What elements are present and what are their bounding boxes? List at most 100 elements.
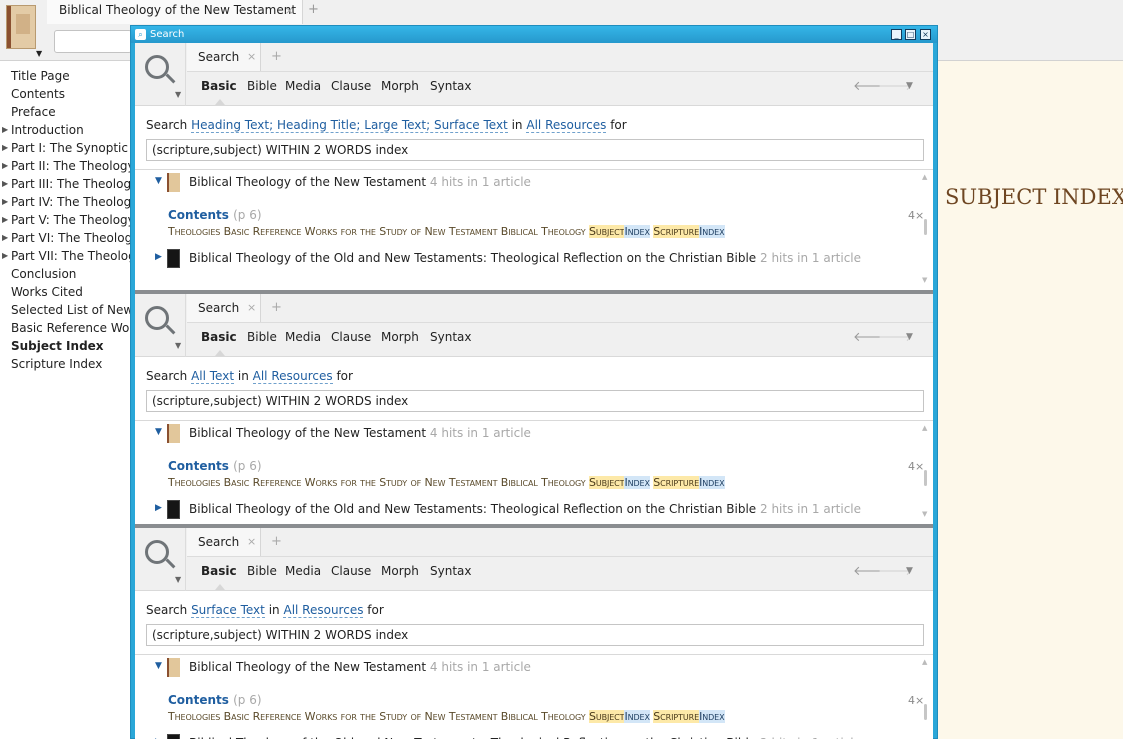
new-search-tab-button[interactable]: + bbox=[271, 300, 282, 315]
toc-item[interactable]: Selected List of New T bbox=[0, 301, 130, 319]
toc-item[interactable]: ▶ Part III: The Theology bbox=[0, 175, 130, 193]
search-query-input[interactable]: (scripture,subject) WITHIN 2 WORDS index bbox=[146, 390, 924, 412]
result-snippet[interactable]: Theologies Basic Reference Works for the… bbox=[168, 225, 725, 238]
search-kind-bible[interactable]: Bible bbox=[247, 79, 277, 93]
expand-triangle-icon[interactable]: ▶ bbox=[2, 175, 8, 193]
results-scrollbar[interactable]: ▲ ▼ bbox=[922, 173, 929, 288]
result-title[interactable]: Biblical Theology of the Old and New Tes… bbox=[189, 251, 861, 265]
scroll-thumb[interactable] bbox=[924, 219, 927, 235]
result-row[interactable]: ▼ Biblical Theology of the New Testament … bbox=[135, 173, 933, 194]
scroll-up-icon[interactable]: ▲ bbox=[922, 173, 927, 181]
close-search-tab-icon[interactable]: × bbox=[247, 43, 256, 71]
expand-triangle-icon[interactable]: ▶ bbox=[2, 193, 8, 211]
search-menu-caret-icon[interactable]: ▼ bbox=[175, 575, 181, 584]
reference-input[interactable] bbox=[54, 30, 132, 53]
search-kind-media[interactable]: Media bbox=[285, 564, 321, 578]
resources-link[interactable]: All Resources bbox=[526, 118, 607, 133]
search-kind-basic[interactable]: Basic bbox=[201, 564, 237, 578]
article-link[interactable]: Contents (p 6) bbox=[168, 693, 262, 707]
result-snippet[interactable]: Theologies Basic Reference Works for the… bbox=[168, 476, 725, 489]
search-kind-clause[interactable]: Clause bbox=[331, 564, 371, 578]
expand-triangle-icon[interactable]: ▶ bbox=[2, 247, 8, 265]
search-kind-morph[interactable]: Morph bbox=[381, 330, 419, 344]
result-title[interactable]: Biblical Theology of the New Testament 4… bbox=[189, 426, 531, 440]
expand-triangle-icon[interactable]: ▶ bbox=[2, 229, 8, 247]
toc-item[interactable]: Subject Index bbox=[0, 337, 130, 355]
search-kind-syntax[interactable]: Syntax bbox=[430, 79, 471, 93]
search-kind-bible[interactable]: Bible bbox=[247, 564, 277, 578]
search-kind-clause[interactable]: Clause bbox=[331, 79, 371, 93]
close-search-tab-icon[interactable]: × bbox=[247, 528, 256, 556]
expand-triangle-icon[interactable]: ▶ bbox=[2, 139, 8, 157]
result-title[interactable]: Biblical Theology of the Old and New Tes… bbox=[189, 502, 861, 516]
scroll-up-icon[interactable]: ▲ bbox=[922, 424, 927, 432]
new-search-tab-button[interactable]: + bbox=[271, 49, 282, 64]
search-query-input[interactable]: (scripture,subject) WITHIN 2 WORDS index bbox=[146, 139, 924, 161]
scroll-down-icon[interactable]: ▼ bbox=[922, 276, 927, 284]
expand-triangle-icon[interactable]: ▶ bbox=[2, 157, 8, 175]
toc-item[interactable]: ▶Part I: The Synoptic Th bbox=[0, 139, 130, 157]
expand-triangle-icon[interactable]: ▶ bbox=[155, 503, 162, 513]
search-menu-caret-icon[interactable]: ▼ bbox=[175, 90, 181, 99]
result-row[interactable]: ▶ Biblical Theology of the Old and New Te… bbox=[135, 500, 933, 521]
new-tab-button[interactable]: + bbox=[308, 2, 319, 17]
resources-link[interactable]: All Resources bbox=[252, 369, 333, 384]
toc-item[interactable]: ▶Part IV: The Theology o bbox=[0, 193, 130, 211]
article-link[interactable]: Contents (p 6) bbox=[168, 208, 262, 222]
close-tab-icon[interactable]: × bbox=[285, 4, 294, 17]
result-title[interactable]: Biblical Theology of the New Testament 4… bbox=[189, 175, 531, 189]
new-search-tab-button[interactable]: + bbox=[271, 534, 282, 549]
toc-item[interactable]: Works Cited bbox=[0, 283, 130, 301]
toc-item[interactable]: Scripture Index bbox=[0, 355, 130, 373]
result-row[interactable]: ▶ Biblical Theology of the Old and New Te… bbox=[135, 249, 933, 270]
search-kind-media[interactable]: Media bbox=[285, 330, 321, 344]
scroll-thumb[interactable] bbox=[924, 704, 927, 720]
toc-item[interactable]: Basic Reference Works bbox=[0, 319, 130, 337]
document-tab[interactable]: Biblical Theology of the New Testament × bbox=[47, 0, 303, 24]
collapse-triangle-icon[interactable]: ▼ bbox=[155, 427, 162, 437]
search-kind-media[interactable]: Media bbox=[285, 79, 321, 93]
toc-item[interactable]: Title Page bbox=[0, 67, 130, 85]
article-link[interactable]: Contents (p 6) bbox=[168, 459, 262, 473]
scroll-down-icon[interactable]: ▼ bbox=[922, 510, 927, 518]
book-cover-icon[interactable] bbox=[6, 5, 36, 49]
search-kind-syntax[interactable]: Syntax bbox=[430, 330, 471, 344]
results-scrollbar[interactable]: ▲ ▼ bbox=[922, 424, 929, 522]
search-kind-syntax[interactable]: Syntax bbox=[430, 564, 471, 578]
search-kind-morph[interactable]: Morph bbox=[381, 79, 419, 93]
search-fields-link[interactable]: Heading Text; Heading Title; Large Text;… bbox=[191, 118, 508, 133]
search-kind-bible[interactable]: Bible bbox=[247, 330, 277, 344]
book-menu-caret-icon[interactable]: ▼ bbox=[36, 49, 42, 58]
search-kind-basic[interactable]: Basic bbox=[201, 330, 237, 344]
result-title[interactable]: Biblical Theology of the New Testament 4… bbox=[189, 660, 531, 674]
minimize-button[interactable]: _ bbox=[891, 29, 902, 40]
search-kind-clause[interactable]: Clause bbox=[331, 330, 371, 344]
toc-item[interactable]: ▶ Part VII: The Theology bbox=[0, 247, 130, 265]
toc-item[interactable]: ▶Part II: The Theology o bbox=[0, 157, 130, 175]
search-kind-basic[interactable]: Basic bbox=[201, 79, 237, 93]
toc-item[interactable]: Contents bbox=[0, 85, 130, 103]
collapse-triangle-icon[interactable]: ▼ bbox=[155, 176, 162, 186]
maximize-button[interactable]: □ bbox=[905, 29, 916, 40]
search-tab[interactable]: Search × bbox=[187, 528, 261, 556]
search-tab[interactable]: Search × bbox=[187, 43, 261, 71]
search-kind-morph[interactable]: Morph bbox=[381, 564, 419, 578]
toc-item[interactable]: ▶ Part VI: The Theology bbox=[0, 229, 130, 247]
expand-triangle-icon[interactable]: ▶ bbox=[2, 211, 8, 229]
toc-item[interactable]: ▶Part V: The Theology o bbox=[0, 211, 130, 229]
close-search-tab-icon[interactable]: × bbox=[247, 294, 256, 322]
toc-item[interactable]: ▶ Introduction bbox=[0, 121, 130, 139]
close-window-button[interactable]: × bbox=[920, 29, 931, 40]
chevron-down-icon[interactable]: ▼ bbox=[906, 332, 913, 342]
results-scrollbar[interactable]: ▲ bbox=[922, 658, 929, 738]
toc-item[interactable]: Conclusion bbox=[0, 265, 130, 283]
toc-item[interactable]: Preface bbox=[0, 103, 130, 121]
resources-link[interactable]: All Resources bbox=[283, 603, 364, 618]
result-snippet[interactable]: Theologies Basic Reference Works for the… bbox=[168, 710, 725, 723]
search-window-titlebar[interactable]: ⌕ Search _ □ × bbox=[131, 26, 937, 43]
search-tab[interactable]: Search × bbox=[187, 294, 261, 322]
search-fields-link[interactable]: Surface Text bbox=[191, 603, 265, 618]
result-row[interactable]: ▼ Biblical Theology of the New Testament … bbox=[135, 424, 933, 445]
chevron-down-icon[interactable]: ▼ bbox=[906, 566, 913, 576]
expand-triangle-icon[interactable]: ▶ bbox=[2, 121, 8, 139]
